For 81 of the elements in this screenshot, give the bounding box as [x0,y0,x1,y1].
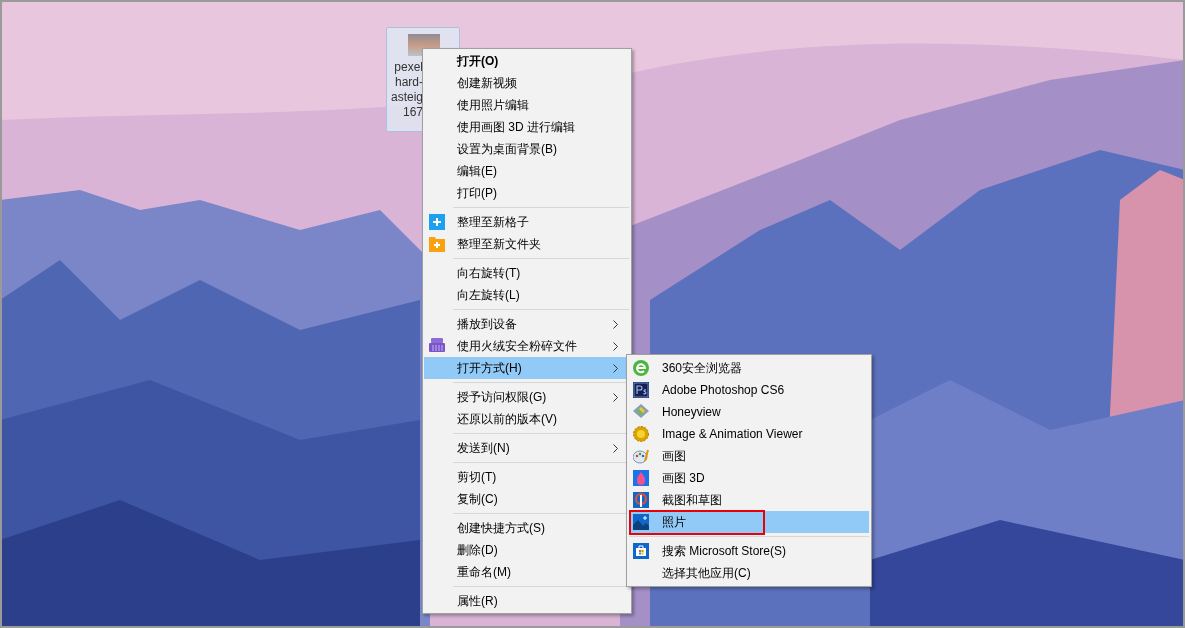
app-menu-item[interactable]: 搜索 Microsoft Store(S) [629,540,869,562]
store-bag-icon [633,543,649,559]
app-name: 选择其他应用(C) [662,565,751,582]
menu-item-label: 打开方式(H) [457,360,523,377]
app-name: 360安全浏览器 [662,360,743,377]
menu-item[interactable]: 创建快捷方式(S) [424,517,630,539]
menu-item[interactable]: 剪切(T) [424,466,630,488]
app-menu-item[interactable]: 选择其他应用(C) [629,562,869,584]
menu-item[interactable]: 复制(C) [424,488,630,510]
menu-item-label: 打印(P) [457,185,498,202]
menu-item-label: 使用画图 3D 进行编辑 [457,119,576,136]
ps-app-icon [633,382,649,398]
plus-square-icon [429,214,445,230]
file-name-text: 167 [402,105,423,120]
menu-item[interactable]: 使用画图 3D 进行编辑 [424,116,630,138]
app-name: Adobe Photoshop CS6 [662,382,785,399]
gear-icon [633,426,649,442]
app-name: Image & Animation Viewer [662,426,803,443]
menu-item-label: 播放到设备 [457,316,518,333]
app-menu-item[interactable]: Honeyview [629,401,869,423]
menu-item-label: 编辑(E) [457,163,498,180]
diamond-app-icon [633,404,649,418]
app-menu-item[interactable]: 截图和草图 [629,489,869,511]
app-name: Honeyview [662,404,721,421]
app-menu-item[interactable]: 照片 [629,511,869,533]
app-name: 截图和草图 [662,492,722,509]
menu-item-label: 使用照片编辑 [457,97,530,114]
app-name: 画图 [662,448,686,465]
photo-icon [633,514,649,530]
file-name-text: pexel [394,60,423,75]
menu-item[interactable]: 打印(P) [424,182,630,204]
menu-item-label: 授予访问权限(G) [457,389,548,406]
menu-item[interactable]: 设置为桌面背景(B) [424,138,630,160]
menu-item-label: 发送到(N) [457,440,511,457]
app-name: 画图 3D [662,470,705,487]
menu-item-label: 向右旋转(T) [457,265,522,282]
menu-item-label: 打开(O) [457,53,500,70]
menu-item-label: 整理至新格子 [457,214,530,231]
menu-item[interactable]: 重命名(M) [424,561,630,583]
file-name-text: hard- [395,75,423,90]
menu-item-label: 删除(D) [457,542,499,559]
menu-item-label: 整理至新文件夹 [457,236,542,253]
menu-item-label: 创建新视频 [457,75,518,92]
scissors-app-icon [633,492,649,508]
app-menu-item[interactable]: 画图 [629,445,869,467]
menu-item-label: 重命名(M) [457,564,512,581]
menu-item-label: 还原以前的版本(V) [457,411,558,428]
app-menu-item[interactable]: Adobe Photoshop CS6 [629,379,869,401]
app-name: 搜索 Microsoft Store(S) [662,543,787,560]
menu-item[interactable]: 整理至新文件夹 [424,233,630,255]
menu-item-label: 复制(C) [457,491,499,508]
menu-item[interactable]: 使用照片编辑 [424,94,630,116]
menu-item[interactable]: 播放到设备 [424,313,630,335]
menu-item[interactable]: 打开(O) [424,50,630,72]
menu-item[interactable]: 还原以前的版本(V) [424,408,630,430]
menu-item[interactable]: 向右旋转(T) [424,262,630,284]
menu-item-label: 设置为桌面背景(B) [457,141,558,158]
file-name-text: asteig [390,90,423,105]
menu-item[interactable]: 向左旋转(L) [424,284,630,306]
folder-plus-icon [429,236,445,252]
menu-item[interactable]: 发送到(N) [424,437,630,459]
shredder-icon [429,338,445,352]
menu-item[interactable]: 授予访问权限(G) [424,386,630,408]
menu-item[interactable]: 整理至新格子 [424,211,630,233]
menu-item-label: 创建快捷方式(S) [457,520,546,537]
menu-item-label: 向左旋转(L) [457,287,521,304]
menu-item[interactable]: 属性(R) [424,590,630,612]
menu-item-label: 属性(R) [457,593,499,610]
app-menu-item[interactable]: 画图 3D [629,467,869,489]
menu-item-label: 使用火绒安全粉碎文件 [457,338,578,355]
menu-item[interactable]: 删除(D) [424,539,630,561]
menu-item[interactable]: 使用火绒安全粉碎文件 [424,335,630,357]
menu-item[interactable]: 编辑(E) [424,160,630,182]
palette-icon [633,448,649,464]
menu-item[interactable]: 创建新视频 [424,72,630,94]
menu-item-label: 剪切(T) [457,469,498,486]
paint-drop-icon [633,470,649,486]
app-menu-item[interactable]: Image & Animation Viewer [629,423,869,445]
app-menu-item[interactable]: 360安全浏览器 [629,357,869,379]
browser-icon [633,360,649,376]
app-name: 照片 [662,514,686,531]
